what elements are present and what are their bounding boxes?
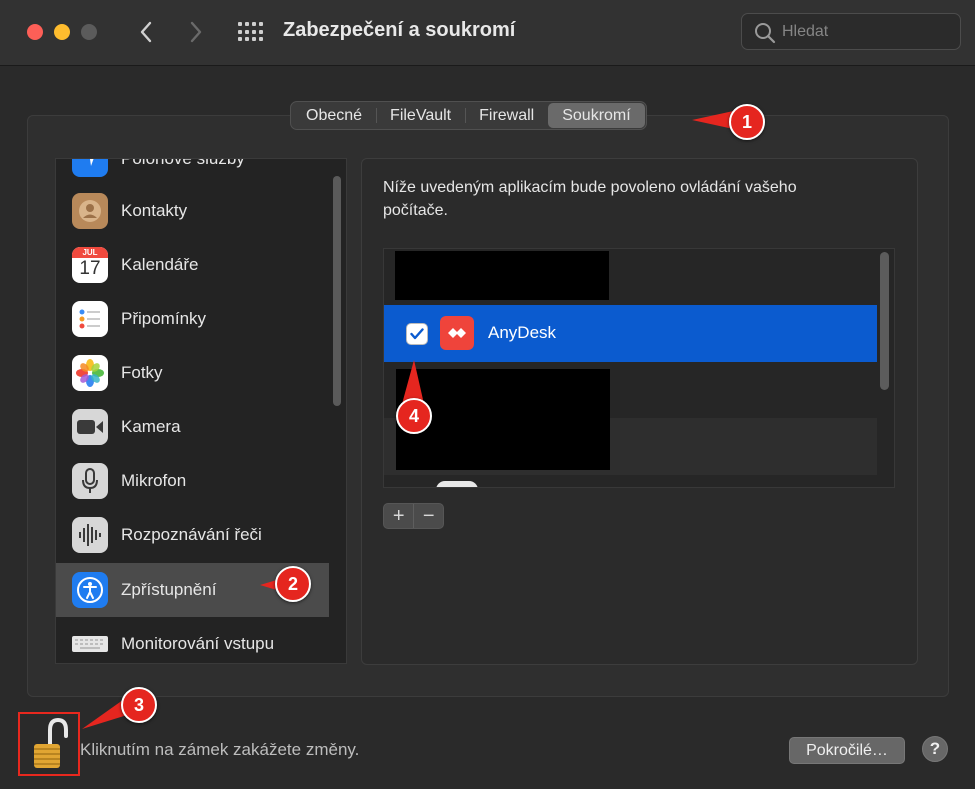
sidebar-item-calendars[interactable]: JUL 17 Kalendáře [56,238,329,292]
add-app-button[interactable]: + [384,504,413,528]
show-all-grid-button[interactable] [238,22,263,42]
keyboard-icon [72,626,108,662]
remove-app-button[interactable]: − [413,504,443,528]
sidebar-item-label: Připomínky [121,309,207,328]
add-remove-control: + − [383,503,444,529]
callout-badge: 3 [121,687,157,723]
system-preferences-window: Zabezpečení a soukromí Obecné FileVault … [0,0,975,789]
sidebar-item-label: Kamera [121,417,181,436]
minimize-window-button[interactable] [54,24,70,40]
list-item-anydesk[interactable]: AnyDesk [384,305,877,362]
unlocked-padlock-icon [34,717,68,768]
title-bar: Zabezpečení a soukromí [0,0,975,66]
sidebar-item-label: Kalendáře [121,255,199,274]
checkmark-icon [410,328,424,340]
tab-bar: Obecné FileVault Firewall Soukromí [290,101,647,130]
close-window-button[interactable] [27,24,43,40]
zoom-window-button[interactable] [81,24,97,40]
photos-icon [72,355,108,391]
callout-badge: 1 [729,104,765,140]
sidebar-item-photos[interactable]: Fotky [56,346,329,400]
callout-badge: 2 [275,566,311,602]
partial-app-icon [436,481,478,487]
sidebar-item-contacts[interactable]: Kontakty [56,184,329,238]
accessibility-icon [72,572,108,608]
tab-general[interactable]: Obecné [292,103,376,128]
anydesk-checkbox[interactable] [406,323,428,345]
chevron-left-icon [140,21,152,43]
search-field[interactable] [741,13,961,50]
sidebar-item-input-monitoring[interactable]: Monitorování vstupu [56,617,329,663]
camera-icon [72,409,108,445]
apps-list-scrollbar[interactable] [880,252,889,390]
sidebar-item-label: Mikrofon [121,471,187,490]
sidebar-item-label: Rozpoznávání řeči [121,525,262,544]
sidebar-item-camera[interactable]: Kamera [56,400,329,454]
search-input[interactable] [782,21,952,43]
forward-button[interactable] [182,18,210,46]
sidebar-item-speech-recognition[interactable]: Rozpoznávání řeči [56,508,329,562]
sidebar-scrollbar[interactable] [333,176,341,406]
sidebar-item-location-services[interactable]: Polohové služby [56,158,329,186]
help-button[interactable]: ? [922,736,948,762]
speech-recognition-icon [72,517,108,553]
callout-badge: 4 [396,398,432,434]
permission-description: Níže uvedeným aplikacím bude povoleno ov… [383,179,797,219]
anydesk-icon [440,316,474,350]
window-title: Zabezpečení a soukromí [283,19,516,41]
sidebar-item-label: Kontakty [121,201,188,220]
tab-privacy[interactable]: Soukromí [548,103,645,128]
reminders-icon [72,301,108,337]
contacts-icon [72,193,108,229]
tab-filevault[interactable]: FileVault [376,103,465,128]
sidebar-item-label: Fotky [121,363,163,382]
chevron-right-icon [190,21,202,43]
sidebar-item-label: Polohové služby [121,158,245,168]
back-button[interactable] [132,18,160,46]
sidebar-item-label: Monitorování vstupu [121,634,275,653]
tab-firewall[interactable]: Firewall [465,103,548,128]
sidebar-item-label: Zpřístupnění [121,580,217,599]
location-services-icon [72,159,108,177]
search-icon [755,23,776,44]
list-item[interactable] [384,249,877,306]
lock-button[interactable] [18,712,80,776]
lock-status-text: Kliknutím na zámek zakážete změny. [80,740,360,759]
redacted-app-entry [395,251,609,300]
advanced-button[interactable]: Pokročilé… [789,737,905,764]
allowed-apps-list[interactable]: AnyDesk [383,248,895,488]
calendar-icon: JUL 17 [72,247,108,283]
sidebar-item-microphone[interactable]: Mikrofon [56,454,329,508]
sidebar-item-reminders[interactable]: Připomínky [56,292,329,346]
microphone-icon [72,463,108,499]
app-name: AnyDesk [488,323,557,342]
